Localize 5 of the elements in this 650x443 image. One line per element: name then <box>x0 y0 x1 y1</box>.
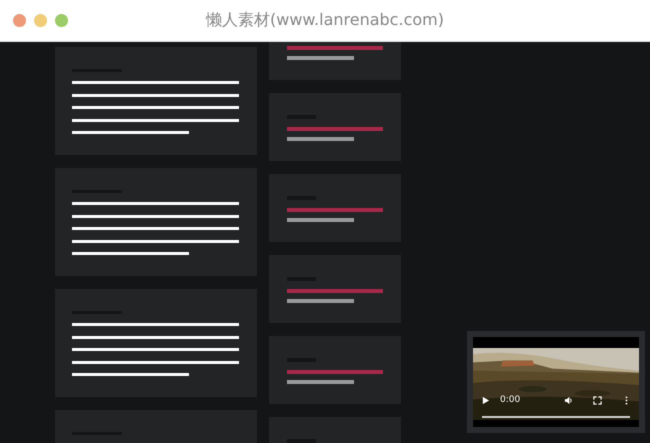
play-icon[interactable] <box>481 396 490 404</box>
volume-icon[interactable] <box>564 396 573 404</box>
fullscreen-icon[interactable] <box>593 396 602 404</box>
window-title: 懒人素材(www.lanrenabc.com) <box>206 10 444 31</box>
video-time: 0:00 <box>500 395 520 405</box>
